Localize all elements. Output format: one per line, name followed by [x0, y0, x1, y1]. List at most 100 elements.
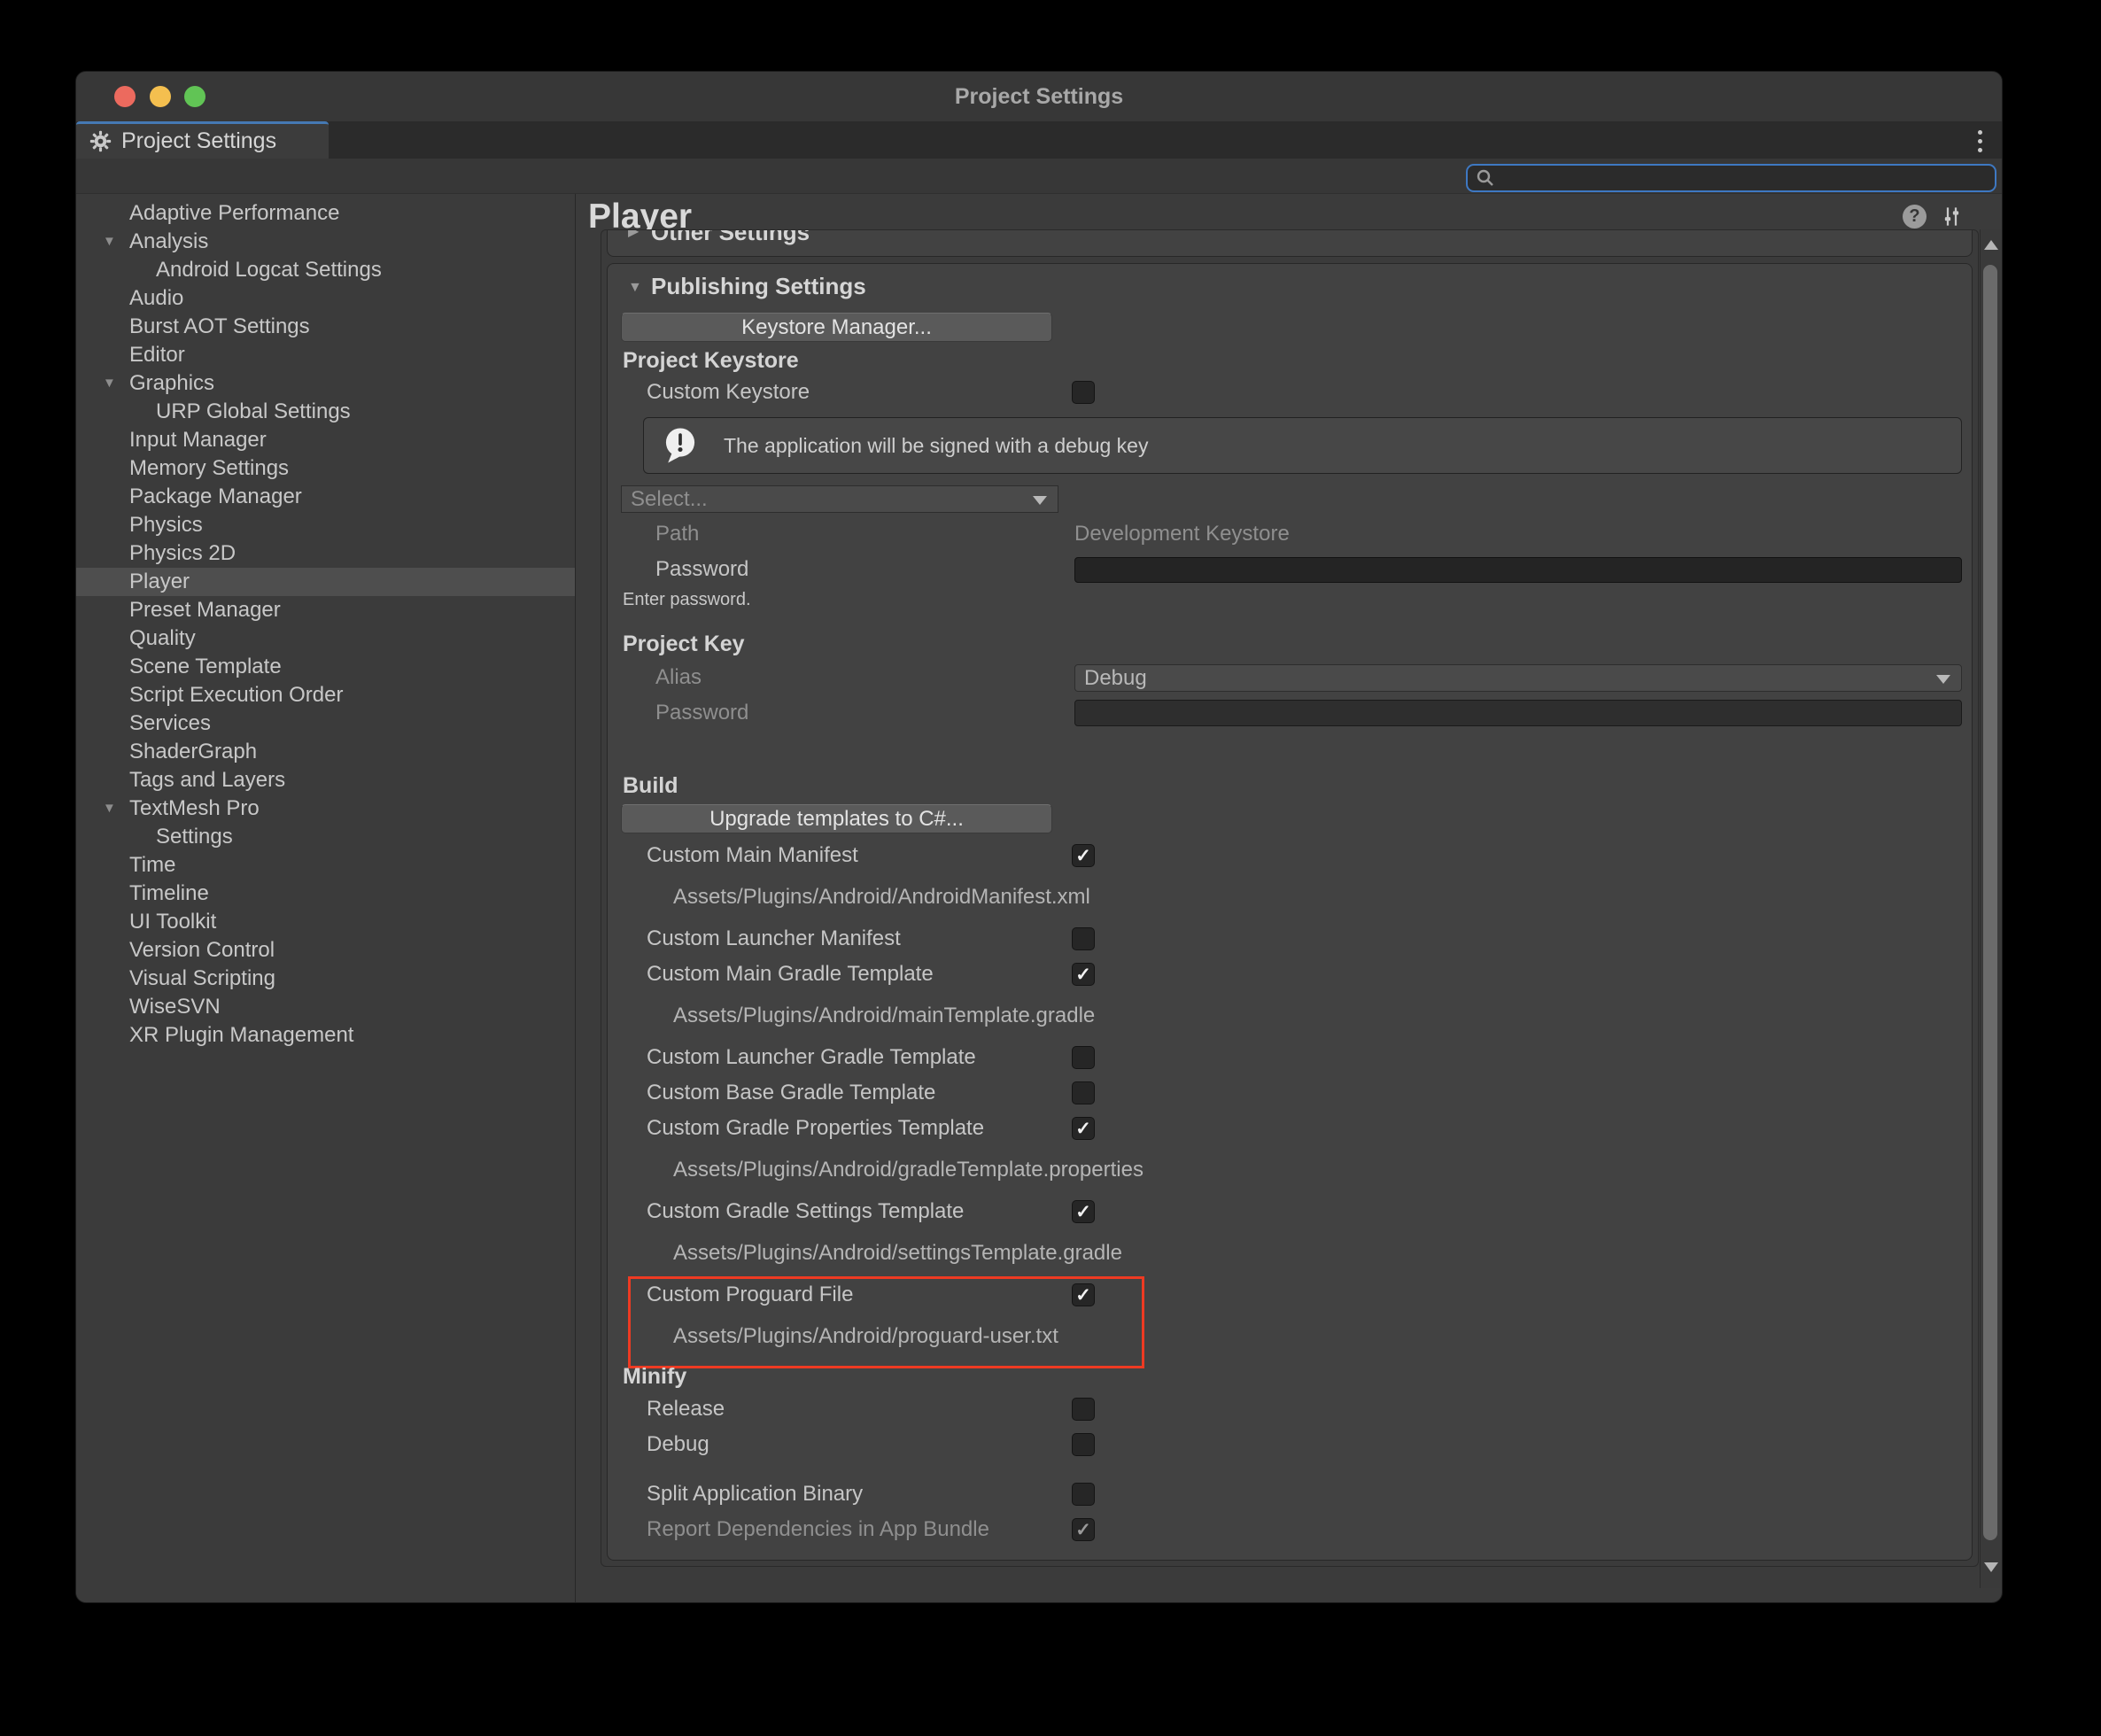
alias-dropdown[interactable]: Debug — [1074, 664, 1962, 692]
scrollbar-thumb[interactable] — [1983, 265, 1997, 1540]
dropdown-arrow-icon — [1033, 496, 1047, 505]
custom-proguard-file-row: Custom Proguard File ✓ — [608, 1282, 1972, 1308]
minify-debug-row: Debug ✓ — [608, 1431, 1972, 1458]
foldout-triangle-icon[interactable]: ▼ — [103, 228, 116, 256]
presets-sliders-icon[interactable] — [1940, 205, 1964, 229]
project-key-header: Project Key — [623, 631, 745, 657]
search-field[interactable] — [1466, 164, 1996, 192]
sidebar-item-textmesh-pro[interactable]: ▼TextMesh Pro — [76, 794, 575, 823]
sidebar-item-ui-toolkit[interactable]: UI Toolkit — [76, 908, 575, 936]
warning-text: The application will be signed with a de… — [724, 434, 1148, 458]
other-settings-foldout[interactable]: ▶ Other Settings — [608, 229, 1972, 245]
minify-release-checkbox[interactable]: ✓ — [1072, 1398, 1095, 1421]
custom-keystore-row: Custom Keystore ✓ — [608, 379, 1972, 406]
main-manifest-path: Assets/Plugins/Android/AndroidManifest.x… — [673, 884, 1090, 911]
enter-password-hint: Enter password. — [623, 590, 751, 610]
key-password-input[interactable] — [1074, 700, 1962, 726]
report-dependencies-row: Report Dependencies in App Bundle ✓ — [608, 1516, 1972, 1543]
sidebar-item-visual-scripting[interactable]: Visual Scripting — [76, 965, 575, 993]
sidebar-item-shadergraph[interactable]: ShaderGraph — [76, 738, 575, 766]
custom-gradle-properties-checkbox[interactable]: ✓ — [1072, 1117, 1095, 1140]
custom-launcher-manifest-checkbox[interactable]: ✓ — [1072, 927, 1095, 950]
key-password-row: Password — [608, 700, 1972, 726]
sidebar-item-scene-template[interactable]: Scene Template — [76, 653, 575, 681]
custom-main-gradle-checkbox[interactable]: ✓ — [1072, 963, 1095, 986]
custom-keystore-checkbox[interactable]: ✓ — [1072, 381, 1095, 404]
sidebar-item-quality[interactable]: Quality — [76, 624, 575, 653]
sidebar-item-input-manager[interactable]: Input Manager — [76, 426, 575, 454]
settings-category-sidebar: Adaptive Performance ▼Analysis Android L… — [76, 194, 575, 1603]
project-settings-window: Project Settings Project Settings — [75, 71, 2003, 1603]
custom-main-gradle-row: Custom Main Gradle Template ✓ — [608, 961, 1972, 988]
vertical-scrollbar[interactable] — [1980, 229, 2001, 1588]
sidebar-item-analysis[interactable]: ▼Analysis — [76, 228, 575, 256]
keystore-password-input[interactable] — [1074, 557, 1962, 583]
sidebar-item-graphics[interactable]: ▼Graphics — [76, 369, 575, 398]
foldout-triangle-icon[interactable]: ▼ — [103, 794, 116, 823]
sidebar-item-package-manager[interactable]: Package Manager — [76, 483, 575, 511]
scroll-down-arrow-icon[interactable] — [1984, 1562, 1998, 1572]
titlebar: Project Settings — [76, 72, 2002, 121]
custom-launcher-gradle-row: Custom Launcher Gradle Template ✓ — [608, 1044, 1972, 1071]
tab-project-settings[interactable]: Project Settings — [76, 121, 329, 159]
keystore-path-row: Path Development Keystore — [608, 521, 1972, 547]
keystore-path-value: Development Keystore — [1074, 521, 1290, 547]
custom-proguard-file-checkbox[interactable]: ✓ — [1072, 1283, 1095, 1306]
tab-bar: Project Settings — [76, 121, 2002, 159]
custom-gradle-settings-checkbox[interactable]: ✓ — [1072, 1200, 1095, 1223]
sidebar-item-xr-plugin-management[interactable]: XR Plugin Management — [76, 1021, 575, 1050]
sidebar-item-android-logcat-settings[interactable]: Android Logcat Settings — [76, 256, 575, 284]
settings-scroll-area: ▶ Other Settings ▼ Publishing Settings K… — [601, 229, 1979, 1567]
split-application-binary-row: Split Application Binary ✓ — [608, 1481, 1972, 1507]
sidebar-item-memory-settings[interactable]: Memory Settings — [76, 454, 575, 483]
sidebar-item-player[interactable]: Player — [76, 568, 575, 596]
gradle-settings-path: Assets/Plugins/Android/settingsTemplate.… — [673, 1240, 1122, 1267]
sidebar-item-physics-2d[interactable]: Physics 2D — [76, 539, 575, 568]
sidebar-item-tmp-settings[interactable]: Settings — [76, 823, 575, 851]
sidebar-item-preset-manager[interactable]: Preset Manager — [76, 596, 575, 624]
split-application-binary-checkbox[interactable]: ✓ — [1072, 1483, 1095, 1506]
custom-launcher-gradle-checkbox[interactable]: ✓ — [1072, 1046, 1095, 1069]
tabbar-menu-kebab-icon[interactable] — [1978, 130, 1982, 152]
debug-key-warning-box: The application will be signed with a de… — [643, 417, 1962, 474]
publishing-settings-foldout[interactable]: ▼ Publishing Settings — [608, 271, 1972, 301]
sidebar-item-adaptive-performance[interactable]: Adaptive Performance — [76, 199, 575, 228]
minify-debug-checkbox[interactable]: ✓ — [1072, 1433, 1095, 1456]
minify-release-row: Release ✓ — [608, 1396, 1972, 1422]
sidebar-item-physics[interactable]: Physics — [76, 511, 575, 539]
custom-main-manifest-checkbox[interactable]: ✓ — [1072, 844, 1095, 867]
keystore-manager-button[interactable]: Keystore Manager... — [621, 313, 1052, 342]
sidebar-item-wisesvn[interactable]: WiseSVN — [76, 993, 575, 1021]
gear-icon — [89, 129, 112, 153]
help-icon[interactable]: ? — [1903, 205, 1927, 229]
sidebar-item-services[interactable]: Services — [76, 709, 575, 738]
foldout-triangle-icon[interactable]: ▼ — [103, 369, 116, 398]
dropdown-arrow-icon — [1936, 675, 1950, 684]
minify-header: Minify — [623, 1363, 686, 1390]
search-icon — [1475, 167, 1496, 189]
sidebar-item-timeline[interactable]: Timeline — [76, 880, 575, 908]
warning-bubble-icon — [660, 425, 701, 466]
other-settings-group: ▶ Other Settings — [607, 229, 1973, 257]
sidebar-item-time[interactable]: Time — [76, 851, 575, 880]
custom-base-gradle-row: Custom Base Gradle Template ✓ — [608, 1080, 1972, 1106]
project-keystore-header: Project Keystore — [623, 347, 799, 374]
sidebar-item-version-control[interactable]: Version Control — [76, 936, 575, 965]
custom-launcher-manifest-row: Custom Launcher Manifest ✓ — [608, 926, 1972, 952]
scroll-up-arrow-icon[interactable] — [1984, 240, 1998, 250]
sidebar-item-audio[interactable]: Audio — [76, 284, 575, 313]
foldout-collapsed-triangle-icon: ▶ — [628, 229, 639, 245]
search-input[interactable] — [1496, 167, 1995, 190]
report-dependencies-checkbox: ✓ — [1072, 1518, 1095, 1541]
sidebar-item-burst-aot-settings[interactable]: Burst AOT Settings — [76, 313, 575, 341]
keystore-select-dropdown[interactable]: Select... — [621, 485, 1058, 513]
upgrade-templates-button[interactable]: Upgrade templates to C#... — [621, 804, 1052, 833]
sidebar-item-editor[interactable]: Editor — [76, 341, 575, 369]
sidebar-item-script-execution-order[interactable]: Script Execution Order — [76, 681, 575, 709]
custom-gradle-settings-row: Custom Gradle Settings Template ✓ — [608, 1198, 1972, 1225]
tab-label: Project Settings — [121, 128, 276, 154]
sidebar-item-urp-global-settings[interactable]: URP Global Settings — [76, 398, 575, 426]
custom-base-gradle-checkbox[interactable]: ✓ — [1072, 1081, 1095, 1104]
sidebar-item-tags-and-layers[interactable]: Tags and Layers — [76, 766, 575, 794]
gradle-properties-path: Assets/Plugins/Android/gradleTemplate.pr… — [673, 1157, 1144, 1183]
